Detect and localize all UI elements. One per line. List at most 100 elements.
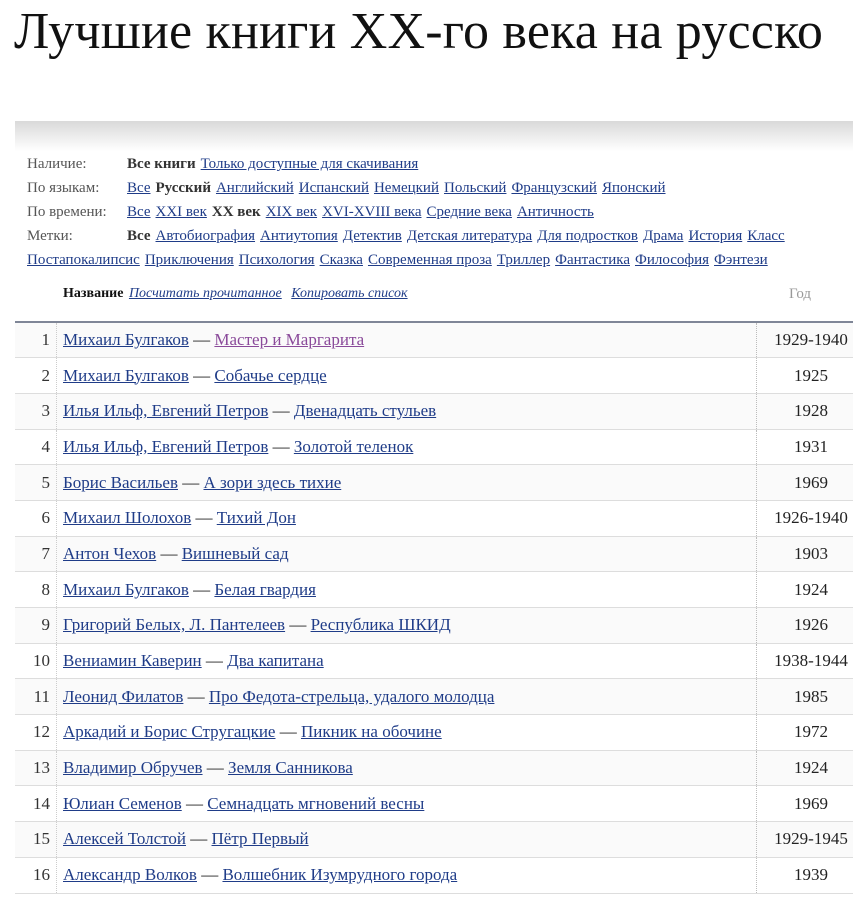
period-link[interactable]: XIX век <box>266 204 317 220</box>
author-link[interactable]: Илья Ильф, Евгений Петров <box>63 401 268 420</box>
tag-link[interactable]: Фантастика <box>555 252 630 268</box>
title-cell: Михаил Шолохов — Тихий Дон <box>57 500 757 536</box>
author-link[interactable]: Борис Васильев <box>63 473 178 492</box>
author-link[interactable]: Григорий Белых, Л. Пантелеев <box>63 615 285 634</box>
language-link[interactable]: Испанский <box>299 180 369 196</box>
tag-link[interactable]: Психология <box>239 252 315 268</box>
language-link[interactable]: Все <box>127 180 151 196</box>
row-number: 2 <box>15 357 57 394</box>
separator: — <box>156 543 182 563</box>
period-link[interactable]: Средние века <box>427 204 512 220</box>
book-link[interactable]: Республика ШКИД <box>311 615 451 634</box>
tag-link[interactable]: Для подростков <box>537 228 638 244</box>
book-link[interactable]: Про Федота-стрельца, удалого молодца <box>209 687 495 706</box>
count-read-link[interactable]: Посчитать прочитанное <box>129 286 282 301</box>
tag-link[interactable]: История <box>688 228 742 244</box>
page-title: Лучшие книги XX-го века на русско <box>14 3 824 60</box>
separator: — <box>275 722 301 742</box>
author-link[interactable]: Антон Чехов <box>63 544 156 563</box>
author-link[interactable]: Михаил Булгаков <box>63 366 189 385</box>
title-cell: Вениамин Каверин — Два капитана <box>57 643 757 679</box>
book-link[interactable]: Пётр Первый <box>212 829 309 848</box>
filter-time: По времени: Все XXI век XX век XIX век XVI-XV… <box>27 201 853 225</box>
title-cell: Леонид Филатов — Про Федота-стрельца, уд… <box>57 679 757 715</box>
tag-link[interactable]: Антиутопия <box>260 228 338 244</box>
book-link[interactable]: Тихий Дон <box>217 508 296 527</box>
table-toolbar: Название Посчитать прочитанное Копироват… <box>63 286 414 302</box>
filter-languages: По языкам: Все Русский Английский Испанский Н… <box>27 177 853 201</box>
language-link[interactable]: Немецкий <box>374 180 439 196</box>
book-link[interactable]: Два капитана <box>227 651 324 670</box>
year-cell: 1938-1944 <box>756 643 853 679</box>
tag-link[interactable]: Триллер <box>497 252 550 268</box>
author-link[interactable]: Вениамин Каверин <box>63 651 202 670</box>
author-link[interactable]: Михаил Шолохов <box>63 508 191 527</box>
book-link[interactable]: Вишневый сад <box>182 544 289 563</box>
year-cell: 1925 <box>756 357 853 394</box>
tag-link[interactable]: Постапокалипсис <box>27 252 140 268</box>
title-cell: Аркадий и Борис Стругацкие — Пикник на о… <box>57 715 757 751</box>
author-link[interactable]: Владимир Обручев <box>63 758 203 777</box>
table-row: 15 Алексей Толстой — Пётр Первый 1929-1945 <box>15 821 853 858</box>
period-link[interactable]: XVI-XVIII века <box>322 204 421 220</box>
author-link[interactable]: Михаил Булгаков <box>63 580 189 599</box>
separator: — <box>268 401 294 421</box>
book-link[interactable]: А зори здесь тихие <box>204 473 342 492</box>
tag-link[interactable]: Класс <box>747 228 784 244</box>
period-link[interactable]: Античность <box>517 204 594 220</box>
table-row: 7 Антон Чехов — Вишневый сад 1903 <box>15 536 853 572</box>
period-link[interactable]: XXI век <box>156 204 207 220</box>
copy-list-link[interactable]: Копировать список <box>291 286 407 301</box>
book-link[interactable]: Белая гвардия <box>214 580 316 599</box>
tag-link[interactable]: Сказка <box>320 252 363 268</box>
book-link[interactable]: Двенадцать стульев <box>294 401 436 420</box>
filter-availability: Наличие: Все книги Только доступные для ск… <box>27 153 853 177</box>
author-link[interactable]: Александр Волков <box>63 865 197 884</box>
tag-link[interactable]: Драма <box>643 228 683 244</box>
author-link[interactable]: Алексей Толстой <box>63 829 186 848</box>
book-link[interactable]: Семнадцать мгновений весны <box>207 794 424 813</box>
author-link[interactable]: Аркадий и Борис Стругацкие <box>63 722 275 741</box>
tag-link[interactable]: Фэнтези <box>714 252 768 268</box>
table-row: 16 Александр Волков — Волшебник Изумрудно… <box>15 857 853 893</box>
separator: — <box>191 508 217 528</box>
author-link[interactable]: Юлиан Семенов <box>63 794 182 813</box>
author-link[interactable]: Леонид Филатов <box>63 687 183 706</box>
book-link[interactable]: Золотой теленок <box>294 437 413 456</box>
table-row: 2 Михаил Булгаков — Собачье сердце 1925 <box>15 357 853 394</box>
author-link[interactable]: Михаил Булгаков <box>63 330 189 349</box>
author-link[interactable]: Илья Ильф, Евгений Петров <box>63 437 268 456</box>
book-link[interactable]: Мастер и Маргарита <box>214 330 364 349</box>
book-link[interactable]: Собачье сердце <box>214 366 326 385</box>
separator: — <box>188 579 215 599</box>
filter-label: Метки: <box>27 228 73 244</box>
filter-tags-continued: Постапокалипсис Приключения Психология Сказ… <box>27 249 853 273</box>
book-link[interactable]: Пикник на обочине <box>301 722 442 741</box>
separator: — <box>183 686 209 706</box>
language-link[interactable]: Японский <box>602 180 666 196</box>
filter-link[interactable]: Только доступные для скачивания <box>201 156 419 172</box>
row-number: 8 <box>15 571 57 608</box>
row-number: 4 <box>15 429 57 465</box>
book-link[interactable]: Волшебник Изумрудного города <box>222 865 457 884</box>
tag-link[interactable]: Приключения <box>145 252 234 268</box>
tag-link[interactable]: Философия <box>635 252 709 268</box>
language-link[interactable]: Английский <box>216 180 294 196</box>
period-link[interactable]: Все <box>127 204 151 220</box>
tag-link[interactable]: Автобиография <box>156 228 256 244</box>
separator: — <box>186 829 212 849</box>
tag-link[interactable]: Детская литература <box>407 228 532 244</box>
filter-active: XX век <box>211 204 261 220</box>
table-row: 13 Владимир Обручев — Земля Санникова 1924 <box>15 750 853 786</box>
book-link[interactable]: Земля Санникова <box>228 758 353 777</box>
tag-link[interactable]: Современная проза <box>368 252 492 268</box>
table-row: 1 Михаил Булгаков — Мастер и Маргарита 192… <box>15 322 853 358</box>
language-link[interactable]: Французский <box>511 180 597 196</box>
year-cell: 1939 <box>756 857 853 893</box>
year-cell: 1926 <box>756 607 853 644</box>
row-number: 11 <box>15 678 57 715</box>
row-number: 3 <box>15 393 57 430</box>
tag-link[interactable]: Детектив <box>343 228 402 244</box>
separator: — <box>196 865 223 885</box>
language-link[interactable]: Польский <box>444 180 506 196</box>
